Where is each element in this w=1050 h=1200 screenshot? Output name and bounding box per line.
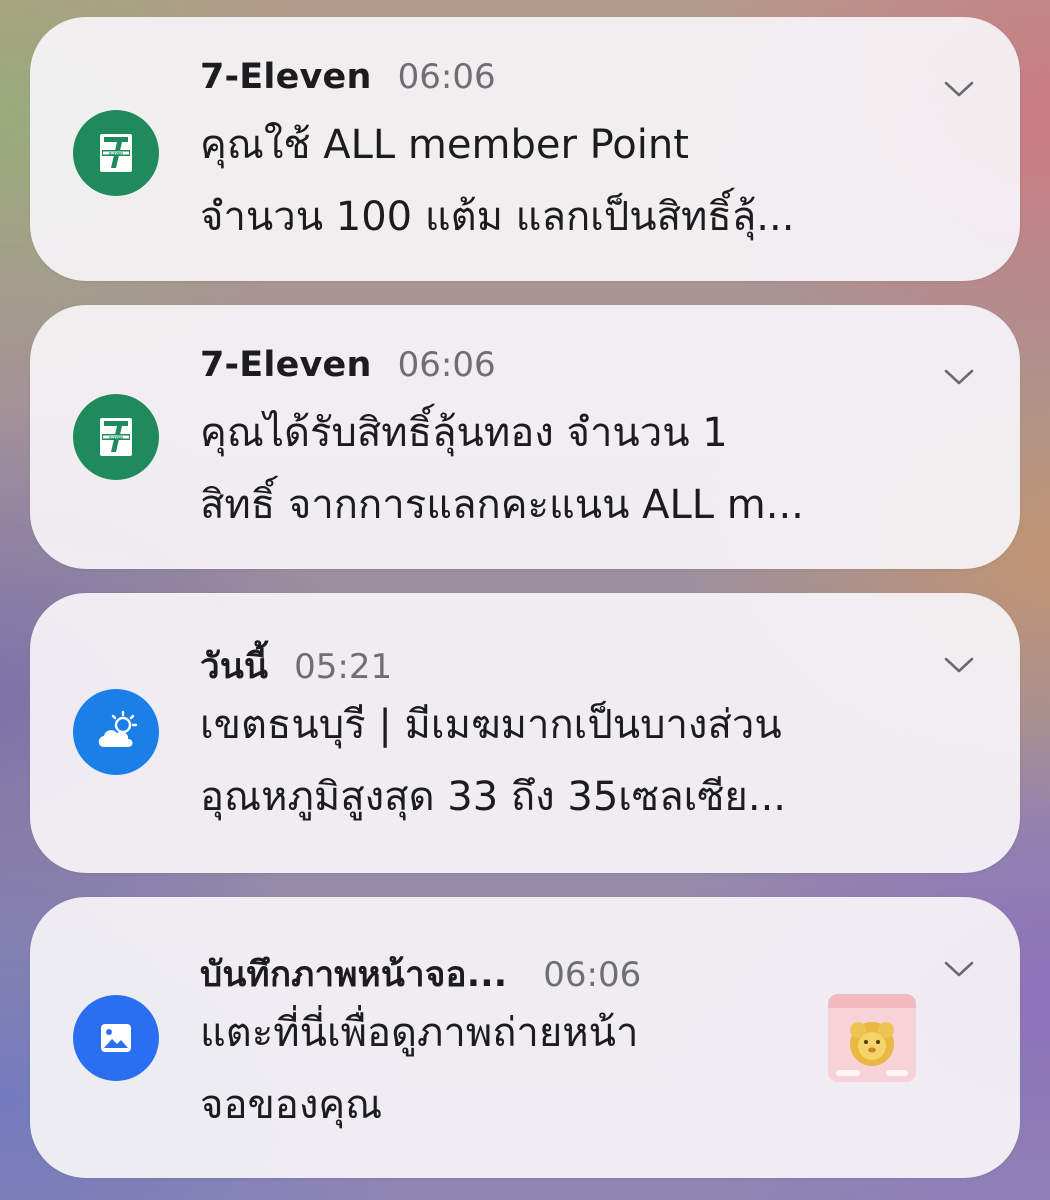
notification-header: วันนี้ 05:21 [200,639,392,694]
svg-text:ELEVEN: ELEVEN [109,152,123,156]
notification-header: 7-Eleven 06:06 [200,57,496,97]
chevron-down-icon[interactable] [942,365,976,387]
notification-body: คุณใช้ ALL member Point จำนวน 100 แต้ม แ… [200,109,920,253]
chevron-down-icon[interactable] [942,957,976,979]
notification-card[interactable]: บันทึกภาพหน้าจอ... 06:06 แตะที่นี่เพื่อด… [30,897,1020,1178]
screenshot-thumbnail[interactable] [828,994,916,1082]
body-line: จอของคุณ [200,1082,383,1128]
chevron-down-icon[interactable] [942,77,976,99]
notification-card[interactable]: วันนี้ 05:21 เขตธนบุรี | มีเมฆมากเป็นบาง… [30,593,1020,873]
app-name: วันนี้ [200,647,269,687]
partly-cloudy-icon [73,689,159,775]
image-icon [73,995,159,1081]
notification-body: คุณได้รับสิทธิ์ลุ้นทอง จำนวน 1 สิทธิ์ จา… [200,397,940,541]
notification-card[interactable]: ELEVEN 7-Eleven 06:06 คุณได้รับสิทธิ์ลุ้… [30,305,1020,569]
notification-body: เขตธนบุรี | มีเมฆมากเป็นบางส่วน อุณหภูมิ… [200,689,920,833]
notification-time: 06:06 [397,345,496,385]
body-line: สิทธิ์ จากการแลกคะแนน ALL m... [200,482,804,528]
app-name: 7-Eleven [200,57,372,97]
notification-header: บันทึกภาพหน้าจอ... 06:06 [200,947,641,1002]
body-line: คุณได้รับสิทธิ์ลุ้นทอง จำนวน 1 [200,410,728,456]
chevron-down-icon[interactable] [942,653,976,675]
body-line: แตะที่นี่เพื่อดูภาพถ่ายหน้า [200,1010,639,1056]
notification-card[interactable]: ELEVEN 7-Eleven 06:06 คุณใช้ ALL member … [30,17,1020,281]
app-name: 7-Eleven [200,345,372,385]
body-line: เขตธนบุรี | มีเมฆมากเป็นบางส่วน [200,702,782,748]
notification-time: 06:06 [543,955,642,995]
seven-eleven-icon: ELEVEN [73,110,159,196]
notification-time: 05:21 [294,647,393,687]
notification-header: 7-Eleven 06:06 [200,345,496,385]
app-name: บันทึกภาพหน้าจอ... [200,955,508,995]
body-line: จำนวน 100 แต้ม แลกเป็นสิทธิ์ลุ้... [200,194,795,240]
notification-time: 06:06 [397,57,496,97]
svg-text:ELEVEN: ELEVEN [109,436,123,440]
body-line: คุณใช้ ALL member Point [200,122,689,168]
body-line: อุณหภูมิสูงสุด 33 ถึง 35เซลเซีย... [200,774,786,820]
seven-eleven-icon: ELEVEN [73,394,159,480]
notification-body: แตะที่นี่เพื่อดูภาพถ่ายหน้า จอของคุณ [200,997,760,1141]
